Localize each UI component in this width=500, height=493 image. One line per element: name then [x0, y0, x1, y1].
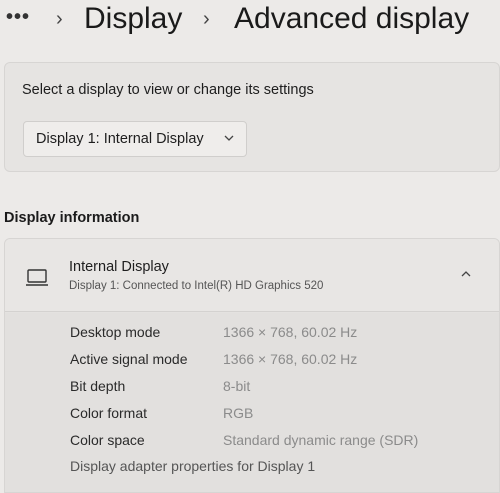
- section-title-display-information: Display information: [4, 210, 140, 226]
- chevron-down-icon: [224, 135, 234, 141]
- display-name: Internal Display: [69, 259, 169, 275]
- laptop-icon: [26, 269, 48, 286]
- display-select-dropdown[interactable]: Display 1: Internal Display: [23, 121, 247, 157]
- property-label: Color space: [70, 432, 145, 448]
- display-info-expander[interactable]: Internal Display Display 1: Connected to…: [5, 239, 499, 312]
- property-value: 8-bit: [223, 378, 251, 394]
- page-title: Advanced display: [234, 2, 470, 35]
- display-adapter-properties-link[interactable]: Display adapter properties for Display 1: [70, 458, 315, 474]
- chevron-right-icon: ›: [203, 8, 210, 30]
- display-select-value: Display 1: Internal Display: [36, 131, 204, 147]
- display-connection-subtitle: Display 1: Connected to Intel(R) HD Grap…: [69, 280, 324, 292]
- display-properties: Desktop mode 1366 × 768, 60.02 Hz Active…: [5, 313, 499, 492]
- chevron-up-icon[interactable]: [459, 267, 473, 281]
- property-value: Standard dynamic range (SDR): [223, 432, 419, 448]
- breadcrumb-item-display[interactable]: Display: [84, 2, 182, 36]
- property-value: RGB: [223, 405, 254, 421]
- property-label: Color format: [70, 405, 148, 421]
- property-value: 1366 × 768, 60.02 Hz: [223, 351, 358, 367]
- property-label: Desktop mode: [70, 324, 161, 340]
- property-value: 1366 × 768, 60.02 Hz: [223, 324, 358, 340]
- display-information-card: Internal Display Display 1: Connected to…: [4, 238, 500, 493]
- property-label: Active signal mode: [70, 351, 188, 367]
- chevron-right-icon: ›: [56, 8, 63, 30]
- breadcrumb: ••• › Display › Advanced display: [0, 0, 500, 50]
- property-label: Bit depth: [70, 378, 126, 394]
- more-icon[interactable]: •••: [6, 6, 30, 29]
- select-display-label: Select a display to view or change its s…: [22, 82, 314, 98]
- advanced-display-page: ••• › Display › Advanced display Select …: [0, 0, 500, 493]
- select-display-card: Select a display to view or change its s…: [4, 62, 500, 172]
